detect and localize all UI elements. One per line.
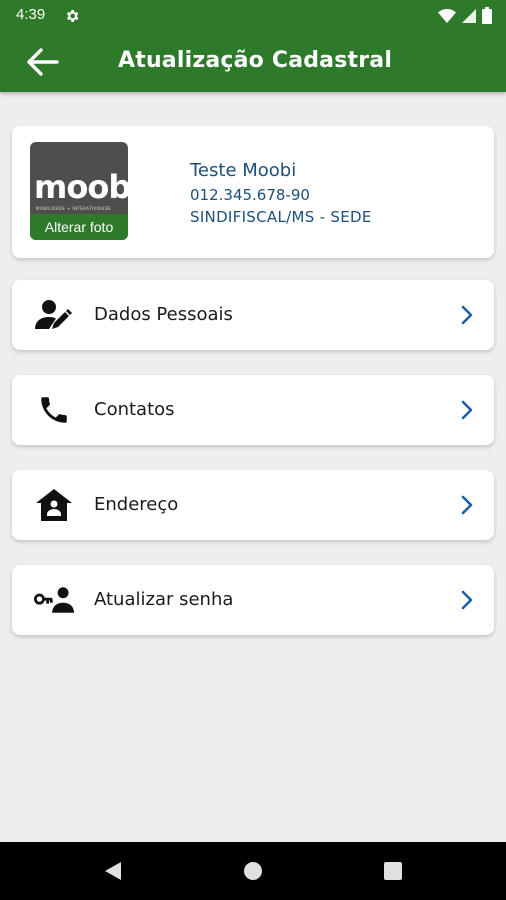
back-button[interactable] [22, 44, 62, 80]
battery-icon [482, 7, 492, 24]
menu-item-atualizar-senha[interactable]: Atualizar senha [12, 565, 494, 635]
status-icons [438, 7, 492, 24]
profile-organization: SINDIFISCAL/MS - SEDE [190, 208, 372, 226]
menu-item-endereco[interactable]: Endereço [12, 470, 494, 540]
person-edit-icon [34, 297, 74, 333]
settings-gear-icon [66, 10, 79, 22]
signal-icon [462, 8, 476, 23]
profile-card: moobi MOBILIDADE + INTERATIVIDADE Altera… [12, 126, 494, 258]
nav-recents-icon[interactable] [381, 859, 405, 883]
chevron-right-icon [461, 495, 473, 515]
menu-item-label: Atualizar senha [94, 589, 234, 610]
profile-photo-button[interactable]: moobi MOBILIDADE + INTERATIVIDADE Altera… [30, 142, 128, 240]
menu-item-label: Endereço [94, 494, 179, 515]
menu-item-label: Dados Pessoais [94, 304, 233, 325]
menu-item-label: Contatos [94, 399, 175, 420]
chevron-right-icon [461, 305, 473, 325]
wifi-icon [438, 8, 456, 23]
key-person-icon [34, 582, 74, 618]
nav-home-icon[interactable] [241, 859, 265, 883]
nav-back-icon[interactable] [101, 859, 125, 883]
system-nav-bar [0, 842, 506, 900]
phone-icon [34, 392, 74, 428]
chevron-right-icon [461, 590, 473, 610]
logo-tagline: MOBILIDADE + INTERATIVIDADE [36, 206, 112, 211]
status-time: 4:39 [16, 6, 46, 23]
status-bar: 4:39 [0, 0, 506, 32]
profile-id: 012.345.678-90 [190, 186, 310, 204]
app-bar: Atualização Cadastral [0, 32, 506, 92]
change-photo-label: Alterar foto [30, 214, 128, 240]
chevron-right-icon [461, 400, 473, 420]
moobi-logo: moobi [34, 168, 128, 206]
profile-name: Teste Moobi [190, 160, 297, 181]
menu-item-contatos[interactable]: Contatos [12, 375, 494, 445]
home-icon [34, 487, 74, 523]
page-title: Atualização Cadastral [118, 48, 393, 73]
arrow-left-icon [27, 48, 59, 76]
menu-item-dados-pessoais[interactable]: Dados Pessoais [12, 280, 494, 350]
